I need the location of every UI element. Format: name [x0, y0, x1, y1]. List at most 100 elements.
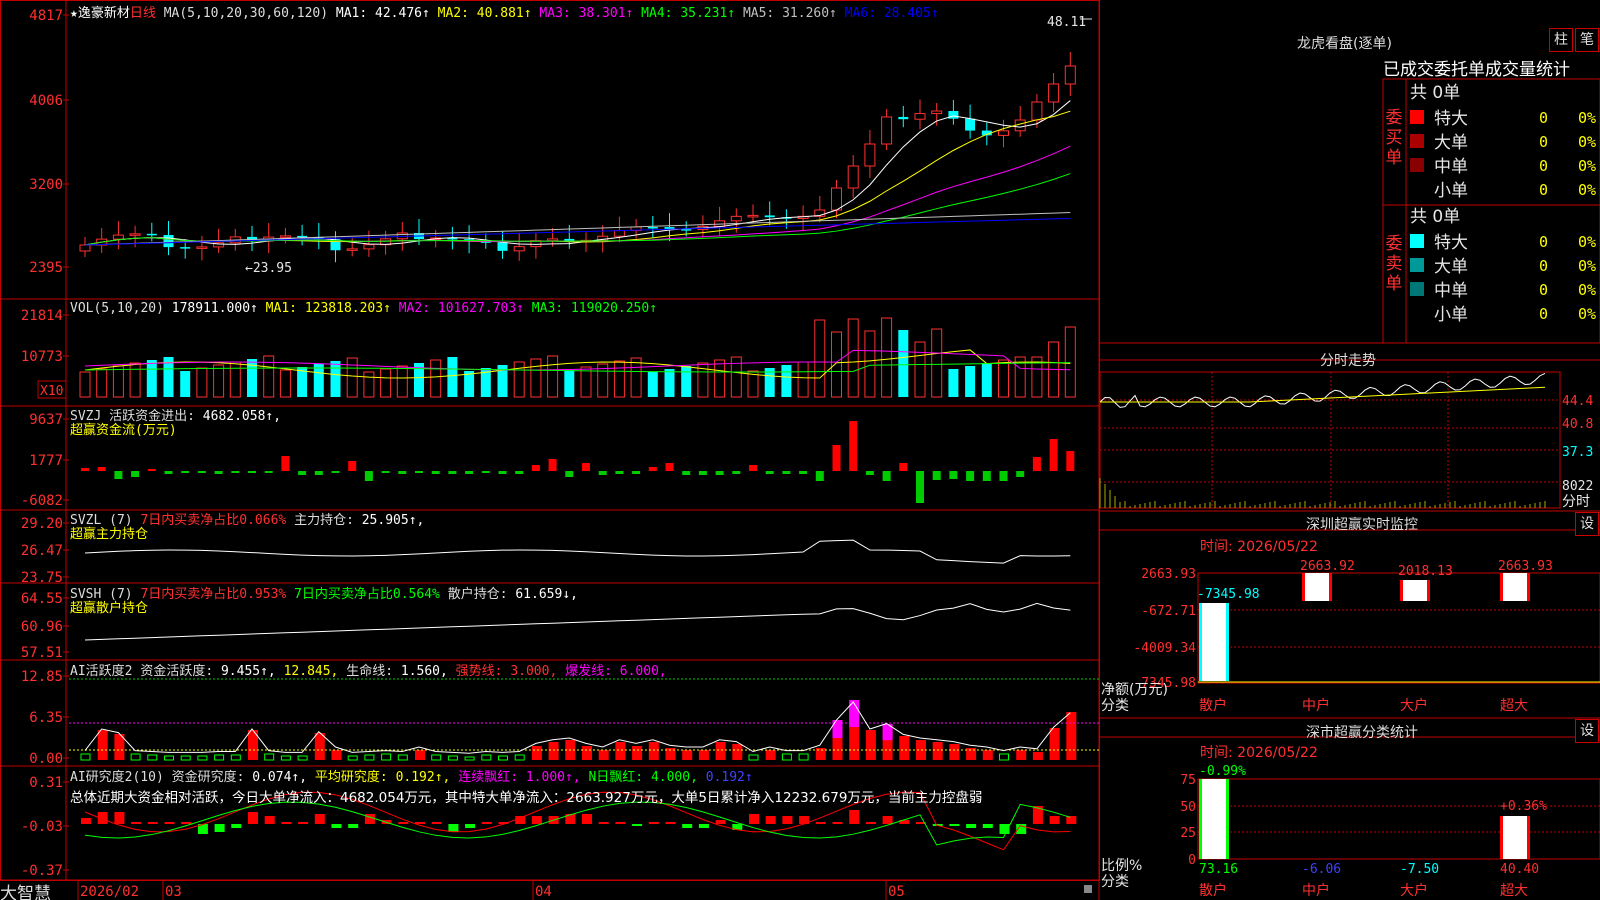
sz-monitor-bar-2-edge-r [1427, 580, 1430, 601]
price-axis-label-3: 2395 [29, 260, 63, 276]
volume-bar-54 [981, 363, 992, 397]
ai-research-bar-19 [398, 822, 409, 824]
candle-body-59 [1064, 65, 1076, 85]
volume-bar-29 [564, 370, 575, 397]
sz-monitor-bar-1-edge-r [1329, 573, 1332, 601]
volume-bar-59 [1064, 326, 1076, 398]
ai-research-bar-31 [598, 822, 609, 824]
buy-swatch-2 [1410, 158, 1424, 172]
ai-activity-bar-41 [765, 750, 776, 760]
svzj-bar-29 [565, 471, 574, 477]
ai-activity-bar-52 [949, 744, 960, 760]
svsh-subtitle: 超赢散户持仓 [70, 601, 149, 616]
svsh-line [84, 602, 1071, 641]
buy-row-name-2: 中单 [1434, 157, 1468, 177]
svzj-bar-51 [932, 471, 941, 480]
volume-bar-35 [664, 369, 675, 397]
svzj-bar-18 [381, 471, 390, 473]
intraday-title: 分时走势 [1320, 353, 1376, 369]
sz-stats-axis-subtitle: 分类 [1101, 874, 1129, 890]
volume-bar-36 [681, 366, 692, 397]
svzl-subtitle: 超赢主力持仓 [70, 527, 149, 542]
sz-monitor-bar-2-edge-l [1400, 580, 1403, 601]
sz-monitor-bar-2-shine [1403, 580, 1427, 601]
ai-activity-bar-47 [865, 730, 876, 760]
ma-value-1: 42.476↑ [375, 6, 430, 21]
volume-bar-3 [129, 362, 141, 398]
ai-activity-bar-26 [514, 754, 525, 761]
svzj-bar-9 [231, 471, 240, 473]
sell-swatch-2 [1410, 282, 1424, 296]
ai-activity-bar-14 [314, 733, 325, 760]
buy-row-count-0: 0 [1539, 109, 1548, 127]
ai-activity-label1: 资金活跃度: [140, 664, 214, 679]
ma-value-3: 119020.250↑ [570, 301, 658, 316]
sz-stats-top-label-3: +0.36% [1500, 799, 1547, 814]
ai-research-title: AI研究度2(10) [70, 770, 164, 785]
ai-research-bar-35 [665, 822, 676, 824]
volume-bar-2 [112, 365, 124, 398]
svzj-axis-label-0: 9637 [29, 412, 63, 428]
ai-activity-bar-3 [130, 753, 141, 761]
ai-activity-axis-label-0: 12.85 [21, 669, 63, 685]
ai-research-bar-54 [982, 824, 993, 828]
ai-research-value1: 0.074↑, [252, 770, 308, 785]
svzj-bar-16 [348, 461, 357, 471]
ai-research-bar-9 [231, 824, 242, 828]
ai-research-bar-58 [1049, 816, 1060, 824]
buy-row-pct-2: 0% [1578, 157, 1596, 175]
candle-body-34 [647, 227, 658, 229]
svzj-bar-28 [548, 459, 557, 471]
ai-activity-bar-4 [147, 754, 158, 761]
tick-mode-button[interactable]: 笔 [1575, 28, 1599, 52]
ai-activity-title: AI活跃度2 [70, 664, 133, 679]
sz-stats-axis-label-0: 75 [1180, 773, 1196, 788]
dragon-tabs[interactable]: 已成交委托单成交量统计 [1383, 55, 1570, 80]
volume-bar-4 [146, 360, 157, 397]
sell-side-label-2: 单 [1386, 274, 1403, 294]
ai-activity-bar-49 [899, 736, 910, 760]
svzj-bar-56 [1016, 471, 1025, 477]
svzj-bar-35 [665, 463, 674, 471]
volume-bar-0 [79, 371, 91, 398]
svzj-bar-42 [782, 471, 791, 474]
candle-body-40 [747, 214, 759, 218]
price-axis-label-0: 4817 [29, 8, 63, 24]
ai-research-bar-48 [882, 816, 893, 824]
ai-research-bar-44 [815, 822, 826, 824]
volume-bar-38 [714, 359, 726, 398]
sz-stats-settings-button[interactable]: 设 [1575, 719, 1599, 743]
bar-mode-button[interactable]: 柱 [1549, 28, 1573, 52]
volume-bar-27 [530, 358, 542, 398]
buy-row-count-2: 0 [1539, 157, 1548, 175]
svzj-bar-50 [916, 471, 924, 503]
ai-research-bar-20 [415, 822, 425, 824]
ai-activity-bar-30 [582, 746, 592, 760]
intraday-axis-label-1: 40.8 [1562, 417, 1593, 432]
date-label-0: 2026/02 [80, 884, 139, 900]
ma-label-2: MA2: [390, 301, 438, 316]
sell-side-label-1: 卖 [1386, 254, 1403, 274]
ai-activity-bar-6 [180, 755, 191, 761]
ai-activity-bar-8 [214, 754, 225, 761]
ai-activity-bar-59 [1066, 712, 1077, 760]
sz-monitor-axis-subtitle: 分类 [1101, 698, 1129, 714]
ai-research-bar-26 [515, 816, 526, 824]
period-label[interactable]: 日线 [130, 6, 156, 21]
volume-bar-48 [881, 317, 893, 398]
sz-monitor-settings-button[interactable]: 设 [1575, 512, 1599, 536]
sz-stats-value-3: 40.40 [1500, 862, 1539, 877]
ai-research-bar-38 [715, 820, 726, 824]
candle-body-12 [279, 235, 291, 238]
sell-row-count-2: 0 [1539, 281, 1548, 299]
ai-activity-bar-55 [999, 753, 1009, 761]
ai-activity-axis-label-1: 6.35 [29, 710, 63, 726]
sz-stats-time: 时间: 2026/05/22 [1200, 745, 1318, 761]
ma-param: MA(5,10,20,30,60,120) [163, 6, 329, 21]
sell-row-pct-0: 0% [1578, 233, 1596, 251]
favorite-star-icon[interactable]: ★ [70, 6, 78, 21]
ai-research-bar-16 [348, 824, 359, 828]
buy-row-pct-1: 0% [1578, 133, 1596, 151]
svzj-bar-43 [799, 471, 808, 474]
ai-research-bar-8 [214, 824, 225, 832]
